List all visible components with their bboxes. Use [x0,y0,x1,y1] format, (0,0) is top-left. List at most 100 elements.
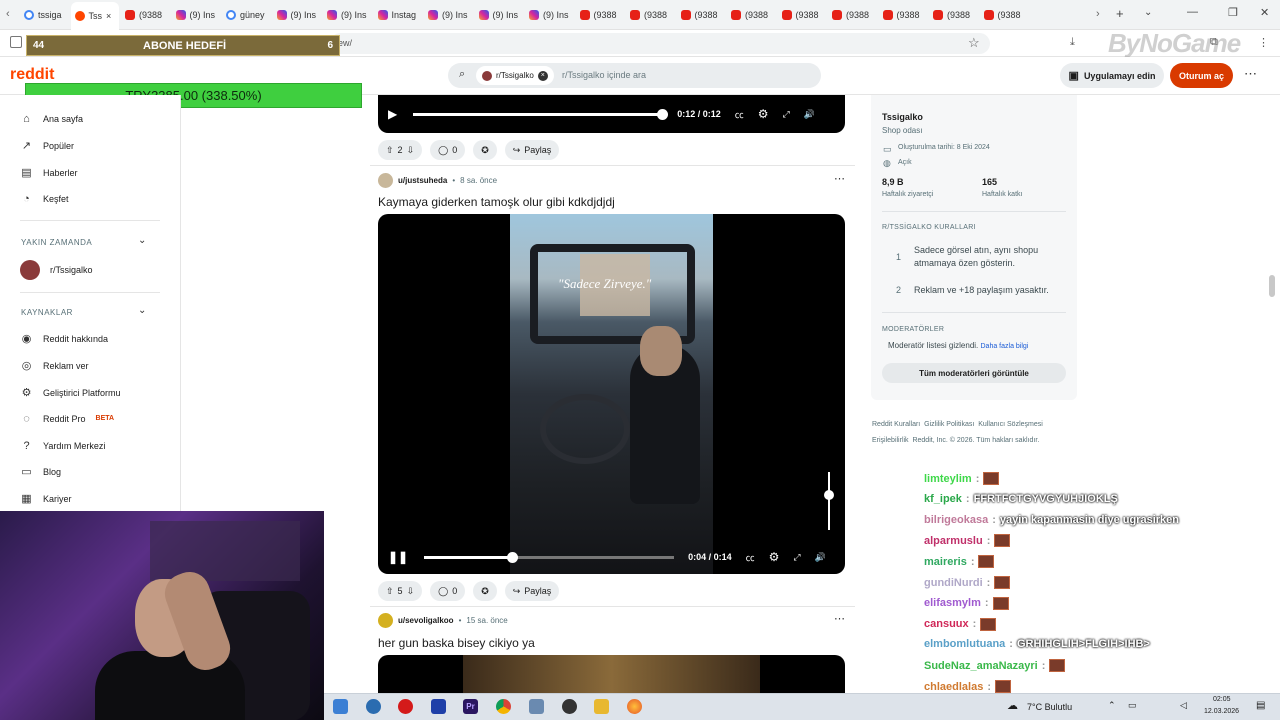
reddit-logo[interactable]: reddit [10,66,54,84]
browser-tab[interactable]: (9388 [121,4,169,26]
browser-tab[interactable]: (9388 [677,4,725,26]
share-button[interactable]: ↪ Paylaş [504,581,560,601]
resources-section-header[interactable]: KAYNAKLAR [21,308,73,317]
settings-gear-icon[interactable]: ⚙ [758,107,769,121]
captions-icon[interactable]: ㏄ [746,551,755,564]
sidebar-item-reddit-pro[interactable]: ◌ Reddit Pro BETA [20,412,114,425]
post-title-2[interactable]: Kaymaya giderken tamoşk olur gibi kdkdjd… [378,195,615,209]
browser-tab[interactable]: Tss × [70,2,119,30]
video-progress-handle[interactable] [506,551,518,563]
captions-icon[interactable]: ㏄ [735,108,744,121]
opera-icon[interactable] [398,699,413,714]
tab-scroll-right-icon[interactable]: › [1096,8,1100,20]
post-video-3[interactable] [378,655,845,693]
search-bar[interactable]: ⌕ r/Tssigalko × r/Tssigalko içinde ara [448,63,821,88]
volume-icon[interactable]: 🔊 [804,109,815,120]
tab-list-icon[interactable]: ⌄ [1144,7,1152,18]
browser-menu-icon[interactable]: ⋮ [1258,36,1269,49]
award-button[interactable]: ✪ [473,140,497,160]
settings-gear-icon[interactable]: ⚙ [769,550,780,564]
recent-item-community[interactable]: r/Tssigalko [20,260,93,280]
post-author[interactable]: u/justsuheda [398,176,447,185]
browser-tab[interactable]: (9) Ins [172,4,220,26]
sidebar-item-blog[interactable]: ▭ Blog [20,465,61,478]
footer-link-agreement[interactable]: Kullanıcı Sözleşmesi [978,421,1043,428]
download-icon[interactable]: ⤓ [1070,36,1075,49]
speaker-icon[interactable]: ◁ [1180,700,1187,711]
footer-link-rules[interactable]: Reddit Kuralları [872,421,920,428]
rule-text[interactable]: Reklam ve +18 paylaşım yasaktır. [914,285,1064,295]
footer-link-privacy[interactable]: Gizlilik Politikası [924,421,974,428]
upvote-icon[interactable]: ⇧ [386,145,394,156]
sidebar-item-about[interactable]: ◉ Reddit hakkında [20,332,108,345]
sidebar-item-news[interactable]: ▤ Haberler [20,166,77,179]
post-title-3[interactable]: her gun baska bisey cikiyo ya [378,636,535,650]
firefox-icon[interactable] [627,699,642,714]
post-options-icon[interactable]: ⋯ [834,172,845,185]
downvote-icon[interactable]: ⇩ [407,145,415,156]
sidebar-item-home[interactable]: ⌂ Ana sayfa [20,112,83,125]
clock-date[interactable]: 12.03.2026 [1204,708,1239,715]
sidebar-item-help[interactable]: ? Yardım Merkezi [20,439,105,452]
post-author[interactable]: u/sevoligalkoo [398,616,454,625]
app-taskbar-icon[interactable] [431,699,446,714]
new-tab-button[interactable]: + [1116,6,1124,21]
share-button[interactable]: ↪ Paylaş [504,140,560,160]
notification-icon[interactable]: ▤ [1256,700,1265,711]
vote-buttons[interactable]: ⇧ 5 ⇩ [378,581,423,601]
play-icon[interactable]: ▶ [388,107,397,121]
sidebar-item-careers[interactable]: ▦ Kariyer [20,492,71,505]
sidebar-item-explore[interactable]: ◔ Keşfet [20,192,68,205]
moderators-more-link[interactable]: Daha fazla bilgi [981,343,1029,350]
browser-tab[interactable]: (9388 [929,4,977,26]
video-progress-track[interactable] [413,108,669,120]
resources-collapse-chevron-icon[interactable]: ⌄ [138,305,146,316]
tab-scroll-left-icon[interactable]: ‹ [6,8,10,20]
footer-link-accessibility[interactable]: Erişilebilirlik [872,437,909,444]
close-tab-icon[interactable]: × [106,11,111,21]
browser-tab[interactable]: (9388 [828,4,876,26]
browser-tab[interactable]: tssiga [20,4,68,26]
browser-tab[interactable]: (9) Ins [525,4,573,26]
more-options-icon[interactable]: ⋯ [1244,66,1257,82]
comments-button[interactable]: ◯ 0 [430,581,466,601]
maximize-button[interactable]: ❐ [1228,6,1238,19]
browser-tab[interactable]: (9388 [576,4,624,26]
weather-text[interactable]: 7°C Bulutlu [1027,702,1072,712]
browser-tab[interactable]: güney [222,4,270,26]
volume-icon[interactable]: 🔊 [815,552,826,563]
browser-tab[interactable]: (9388 [778,4,826,26]
tray-expand-icon[interactable]: ⌃ [1108,700,1116,711]
sidebar-item-developer[interactable]: ⚙ Geliştirici Platformu [20,386,121,399]
browser-taskbar-icon[interactable] [366,699,381,714]
browser-tab[interactable]: (9) Ins [323,4,371,26]
volume-slider-track[interactable] [828,472,830,530]
vote-buttons[interactable]: ⇧ 2 ⇩ [378,140,423,160]
downvote-icon[interactable]: ⇩ [407,586,415,597]
browser-tab[interactable]: (9388 [879,4,927,26]
video-progress-track[interactable] [424,551,675,563]
bookmark-star-icon[interactable]: ☆ [968,35,980,51]
sidebar-item-popular[interactable]: ↗ Popüler [20,139,74,152]
award-button[interactable]: ✪ [473,581,497,601]
chrome-icon[interactable] [496,699,511,714]
rule-text[interactable]: Sadece görsel atın, aynı shopu atmamaya … [914,244,1064,270]
minimize-button[interactable]: — [1187,6,1198,18]
clock-time[interactable]: 02:05 [1213,696,1231,703]
video-progress-handle[interactable] [657,108,669,120]
recent-section-header[interactable]: YAKIN ZAMANDA [21,238,92,247]
premiere-icon[interactable]: Pr [463,699,478,714]
fullscreen-icon[interactable]: ⤢ [783,109,790,120]
browser-tab[interactable]: (9388 [727,4,775,26]
comments-button[interactable]: ◯ 0 [430,140,466,160]
get-app-button[interactable]: ▣ Uygulamayı edin [1060,63,1164,88]
post-options-icon[interactable]: ⋯ [834,612,845,625]
chip-close-icon[interactable]: × [537,70,548,81]
sidebar-item-advertise[interactable]: ◎ Reklam ver [20,359,89,372]
view-moderators-button[interactable]: Tüm moderatörleri görüntüle [882,363,1066,383]
browser-tab[interactable]: (9) Ins [424,4,472,26]
start-icon[interactable] [333,699,348,714]
upvote-icon[interactable]: ⇧ [386,586,394,597]
fullscreen-icon[interactable]: ⤢ [793,552,800,563]
post-video-2[interactable]: "Sadece Zirveye." ❚❚ 0:04 / 0:14 ㏄ ⚙ ⤢ 🔊 [378,214,845,574]
